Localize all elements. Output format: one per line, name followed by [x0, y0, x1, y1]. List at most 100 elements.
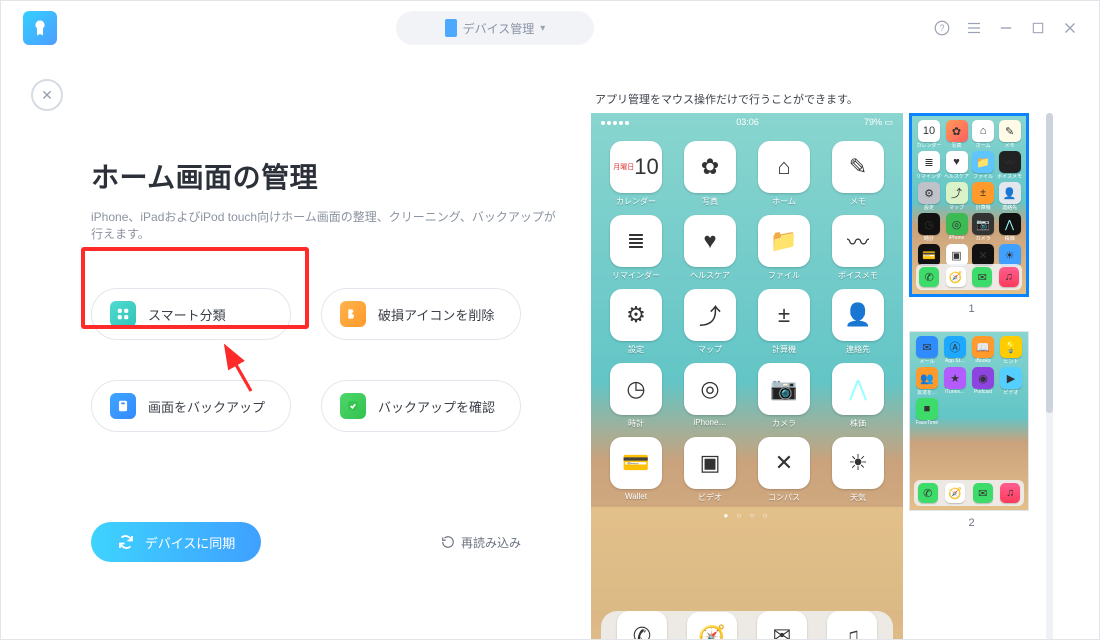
app-icon: ▣: [684, 437, 736, 489]
mini-app-label: メール: [919, 358, 934, 365]
maximize-icon[interactable]: [1029, 19, 1047, 37]
mini-app-icon: ✉: [916, 336, 938, 358]
menu-icon[interactable]: [965, 19, 983, 37]
app-label: 時計: [628, 418, 644, 429]
app-ビデオ[interactable]: ▣ビデオ: [677, 437, 743, 503]
grid-icon: [110, 301, 136, 327]
app-ヘルスケア[interactable]: ♥ヘルスケア: [677, 215, 743, 281]
mini-app-label: 設定: [924, 204, 934, 211]
pager-dots: ● ○ ○ ○: [591, 507, 903, 524]
sync-row: デバイスに同期 再読み込み: [91, 522, 561, 562]
mini-app-icon: 10: [918, 120, 940, 142]
page-thumb-1[interactable]: 10カレンダー✿写真⌂ホーム✎メモ≣リマインダー♥ヘルスケア📁ファイル〰ボイスメ…: [909, 113, 1029, 297]
app-カメラ[interactable]: 📷カメラ: [751, 363, 817, 429]
sync-device-button[interactable]: デバイスに同期: [91, 522, 261, 562]
smart-sort-button[interactable]: スマート分類: [91, 288, 291, 340]
app-メモ[interactable]: ✎メモ: [825, 141, 891, 207]
mini-app-icon: ◎: [946, 213, 968, 235]
mini-app-icon: 👥: [916, 367, 938, 389]
mini-app-label: iTunes…: [945, 389, 965, 395]
dock-app-メッセージ[interactable]: ✉メッセージ: [757, 611, 807, 640]
app-写真[interactable]: ✿写真: [677, 141, 743, 207]
app-icon: ⚙: [610, 289, 662, 341]
app-icon: ✎: [832, 141, 884, 193]
app-リマインダー[interactable]: ≣リマインダー: [603, 215, 669, 281]
signal-icon: [601, 117, 631, 127]
app-設定[interactable]: ⚙ 設定: [603, 289, 669, 355]
phone-preview-large[interactable]: 03:06 79% ▭ 月曜日10カレンダー✿写真 ⌂ ホーム ✎メモ ≣リマインダー♥…: [591, 113, 903, 640]
mini-app-label: リマインダー: [916, 173, 942, 180]
minimize-icon[interactable]: [997, 19, 1015, 37]
page-title: ホーム画面の管理: [91, 156, 561, 196]
mini-app-icon: 📖: [972, 336, 994, 358]
app-icon: 📷: [758, 363, 810, 415]
mini-app-label: 計算機: [976, 204, 991, 211]
app-株価[interactable]: ⋀ 株価: [825, 363, 891, 429]
app-連絡先[interactable]: 👤連絡先: [825, 289, 891, 355]
app-icon: ✕: [758, 437, 810, 489]
app-icon: ☀: [832, 437, 884, 489]
app-マップ[interactable]: ⤴マップ: [677, 289, 743, 355]
app-天気[interactable]: ☀天気: [825, 437, 891, 503]
page-thumb-2[interactable]: ✉メールⒶApp St…📖iBooks💡ヒント👥友達を…★iTunes…◉Pod…: [909, 331, 1029, 511]
mini-app-label: カレンダー: [916, 142, 941, 149]
dock-bar: ✆電話 🧭Safari ✉メッセージ ♫ミュージック: [601, 611, 893, 640]
app-label: ボイスメモ: [838, 270, 878, 281]
app-ホーム[interactable]: ⌂ ホーム: [751, 141, 817, 207]
app-icon: ✆: [617, 611, 667, 640]
app-ファイル[interactable]: 📁ファイル: [751, 215, 817, 281]
check-backup-button[interactable]: バックアップを確認: [321, 380, 521, 432]
device-selector[interactable]: デバイス管理 ▾: [396, 11, 594, 45]
right-panel: アプリ管理をマウス操作だけで行うことができます。 03:06 79% ▭ 月曜日…: [591, 91, 1087, 640]
mini-app-label: 写真: [952, 142, 962, 149]
app-icon: ⌂: [758, 141, 810, 193]
app-カレンダー[interactable]: 月曜日10カレンダー: [603, 141, 669, 207]
mini-app-label: ヒント: [1003, 358, 1018, 365]
mini-app-label: 友達を…: [917, 389, 937, 396]
app-label: ヘルスケア: [690, 270, 730, 281]
backup-screen-button[interactable]: 画面をバックアップ: [91, 380, 291, 432]
dock-app-ミュージック[interactable]: ♫ミュージック: [827, 611, 877, 640]
reload-button[interactable]: 再読み込み: [441, 534, 521, 551]
app-label: 設定: [628, 344, 644, 355]
app-icon: ◷: [610, 363, 662, 415]
app-label: ホーム: [772, 196, 796, 207]
mini-app-label: 株価: [1005, 235, 1015, 242]
app-コンパス[interactable]: ✕コンパス: [751, 437, 817, 503]
app-icon: ⋀: [832, 363, 884, 415]
vertical-scrollbar[interactable]: [1046, 113, 1053, 640]
panel-close-button[interactable]: ✕: [31, 79, 63, 111]
app-label: マップ: [698, 344, 722, 355]
help-icon[interactable]: ?: [933, 19, 951, 37]
broken-icon: [340, 301, 366, 327]
close-icon[interactable]: [1061, 19, 1079, 37]
mini-app-icon: ⋀: [999, 213, 1021, 235]
hint-text: アプリ管理をマウス操作だけで行うことができます。: [595, 91, 1087, 107]
app-grid: 月曜日10カレンダー✿写真 ⌂ ホーム ✎メモ ≣リマインダー♥ヘルスケア📁ファイル〰ボ…: [591, 133, 903, 507]
app-icon: 📁: [758, 215, 810, 267]
app-icon: ✉: [757, 611, 807, 640]
app-Wallet[interactable]: 💳Wallet: [603, 437, 669, 503]
mini-app-label: メモ: [1005, 142, 1015, 149]
mini-app-icon: ★: [944, 367, 966, 389]
mini-app-icon: ±: [972, 182, 994, 204]
delete-broken-button[interactable]: 破損アイコンを削除: [321, 288, 521, 340]
dock-app-Safari[interactable]: 🧭Safari: [687, 612, 737, 640]
status-bar: 03:06 79% ▭: [591, 113, 903, 131]
app-iPhone…[interactable]: ◎iPhone…: [677, 363, 743, 429]
mini-app-label: iBooks: [975, 358, 990, 364]
app-時計[interactable]: ◷ 時計: [603, 363, 669, 429]
mini-app-label: 時計: [924, 235, 934, 242]
backup-icon: [110, 393, 136, 419]
mini-app-icon: ⌂: [972, 120, 994, 142]
scrollbar-thumb[interactable]: [1046, 113, 1053, 413]
mini-app-icon: 📷: [972, 213, 994, 235]
app-計算機[interactable]: ±計算機: [751, 289, 817, 355]
mini-app-icon: ▶: [1000, 367, 1022, 389]
app-label: リマインダー: [612, 270, 660, 281]
app-label: iPhone…: [694, 418, 727, 427]
app-label: 株価: [850, 418, 866, 429]
app-ボイスメモ[interactable]: 〰ボイスメモ: [825, 215, 891, 281]
dock-app-電話[interactable]: ✆電話: [617, 611, 667, 640]
app-icon: 月曜日10: [610, 141, 662, 193]
